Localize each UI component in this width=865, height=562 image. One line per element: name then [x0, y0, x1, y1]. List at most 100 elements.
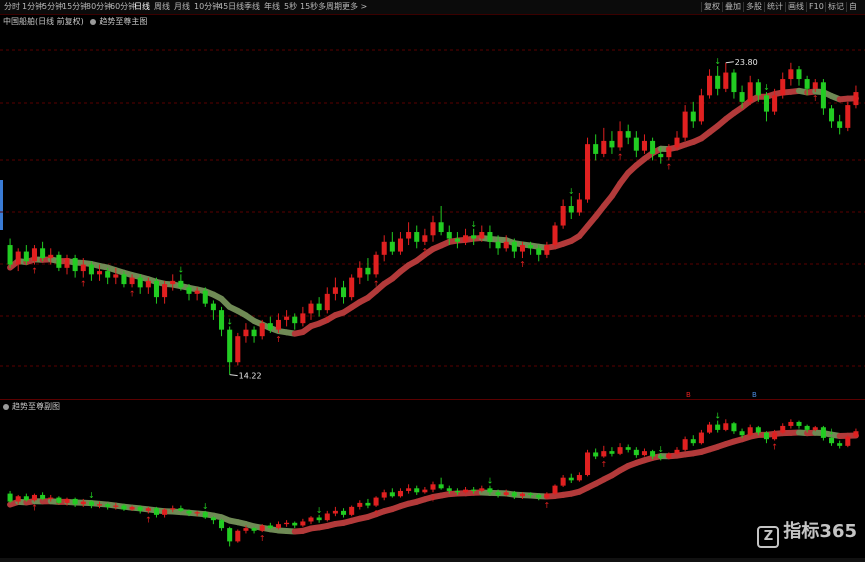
candle-body: [284, 522, 290, 525]
buy-arrow: ↑: [771, 443, 778, 452]
candle-body: [739, 431, 745, 436]
buy-arrow: ↑: [129, 289, 136, 298]
high-pointer: [725, 61, 734, 64]
candle-body: [202, 290, 208, 304]
candle-body: [194, 512, 200, 514]
candle-body: [121, 274, 127, 285]
candle-body: [837, 443, 843, 446]
candle-body: [715, 75, 721, 89]
candle-body: [666, 453, 672, 458]
candle-body: [219, 310, 225, 330]
candle-body: [381, 492, 387, 498]
candle-body: [316, 517, 322, 521]
candle-body: [755, 82, 761, 96]
candle-body: [56, 497, 62, 503]
buy-arrow: ↑: [31, 504, 38, 513]
high-label: 23.80: [735, 58, 758, 67]
candle-body: [438, 484, 444, 489]
candle-body: [235, 530, 241, 542]
candle-body: [585, 452, 591, 476]
candle-body: [275, 524, 281, 529]
candle-body: [300, 521, 306, 526]
candle-body: [15, 251, 21, 265]
candle-body: [479, 488, 485, 491]
candle-body: [292, 522, 298, 526]
candle-body: [97, 504, 103, 506]
candle-body: [40, 494, 46, 499]
buy-arrow: ↑: [80, 280, 87, 289]
buy-arrow: ↑: [275, 335, 282, 344]
candle-body: [544, 493, 550, 498]
candle-body: [650, 451, 656, 457]
sell-arrow: ↓: [487, 477, 494, 486]
candle-body: [715, 424, 721, 430]
candle-body: [641, 451, 647, 456]
candle-body: [153, 508, 159, 515]
candle-body: [414, 232, 420, 242]
candle-body: [186, 510, 192, 514]
candle-body: [511, 241, 517, 252]
buy-signal-marker: B: [686, 391, 691, 399]
candle-body: [210, 303, 216, 311]
candle-body: [568, 205, 574, 213]
candle-body: [194, 290, 200, 294]
candle-body: [31, 494, 37, 501]
sell-arrow: ↓: [714, 57, 721, 66]
candle-body: [812, 427, 818, 430]
candle-body: [772, 95, 778, 112]
candle-body: [495, 492, 501, 495]
candle-body: [780, 425, 786, 433]
buy-arrow: ↑: [666, 162, 673, 171]
buy-arrow: ↑: [812, 94, 819, 103]
candle-body: [837, 121, 843, 128]
candle-body: [259, 323, 265, 337]
candle-body: [788, 69, 794, 80]
candle-body: [658, 153, 664, 158]
candle-body: [707, 75, 713, 96]
candle-body: [658, 456, 664, 458]
watermark: Z 指标365: [757, 517, 857, 548]
sell-arrow: ↓: [763, 83, 770, 92]
candle-body: [666, 147, 672, 158]
candle-body: [536, 248, 542, 255]
candle-body: [682, 111, 688, 138]
candle-body: [511, 492, 517, 497]
candle-body: [178, 508, 184, 511]
bottom-scrollbar[interactable]: [0, 558, 865, 562]
candle-body: [227, 329, 233, 363]
candle-body: [88, 501, 94, 506]
candle-body: [820, 82, 826, 109]
candle-body: [487, 488, 493, 493]
candle-body: [593, 452, 599, 457]
candle-body: [829, 108, 835, 122]
candle-body: [186, 287, 192, 294]
candle-body: [641, 140, 647, 151]
candle-body: [23, 251, 29, 262]
candle-body: [698, 95, 704, 122]
candle-body: [552, 225, 558, 246]
candle-body: [788, 421, 794, 426]
candle-body: [625, 131, 631, 138]
candle-body: [422, 489, 428, 493]
candle-body: [113, 505, 119, 507]
candle-body: [560, 477, 566, 486]
candle-body: [40, 248, 46, 259]
candle-body: [820, 427, 826, 438]
candle-body: [178, 280, 184, 288]
candle-body: [731, 423, 737, 432]
candle-body: [80, 501, 86, 505]
candle-body: [430, 222, 436, 236]
candle-body: [674, 137, 680, 148]
buy-arrow: ↑: [519, 260, 526, 269]
candle-body: [593, 144, 599, 154]
candle-body: [292, 316, 298, 324]
candle-body: [845, 436, 851, 446]
sell-arrow: ↓: [88, 491, 95, 500]
candle-body: [471, 235, 477, 239]
buy-arrow: ↑: [145, 516, 152, 525]
kline-chart[interactable]: ↑ ↑ ↑ ↓ ↓ ↑ ↑ ↑ ↑ ↓ ↑ ↓ ↑ ↑ ↓ ↓ ↑ 23.80 14.22 ↑ ↓ ↑ ↓ ↑ ↓ ↑ ↑ ↓ ↑ ↑ ↓ ↓…: [0, 0, 865, 562]
candle-body: [227, 528, 233, 542]
sell-arrow: ↓: [202, 502, 209, 511]
candle-body: [72, 258, 78, 272]
candle-body: [674, 449, 680, 454]
